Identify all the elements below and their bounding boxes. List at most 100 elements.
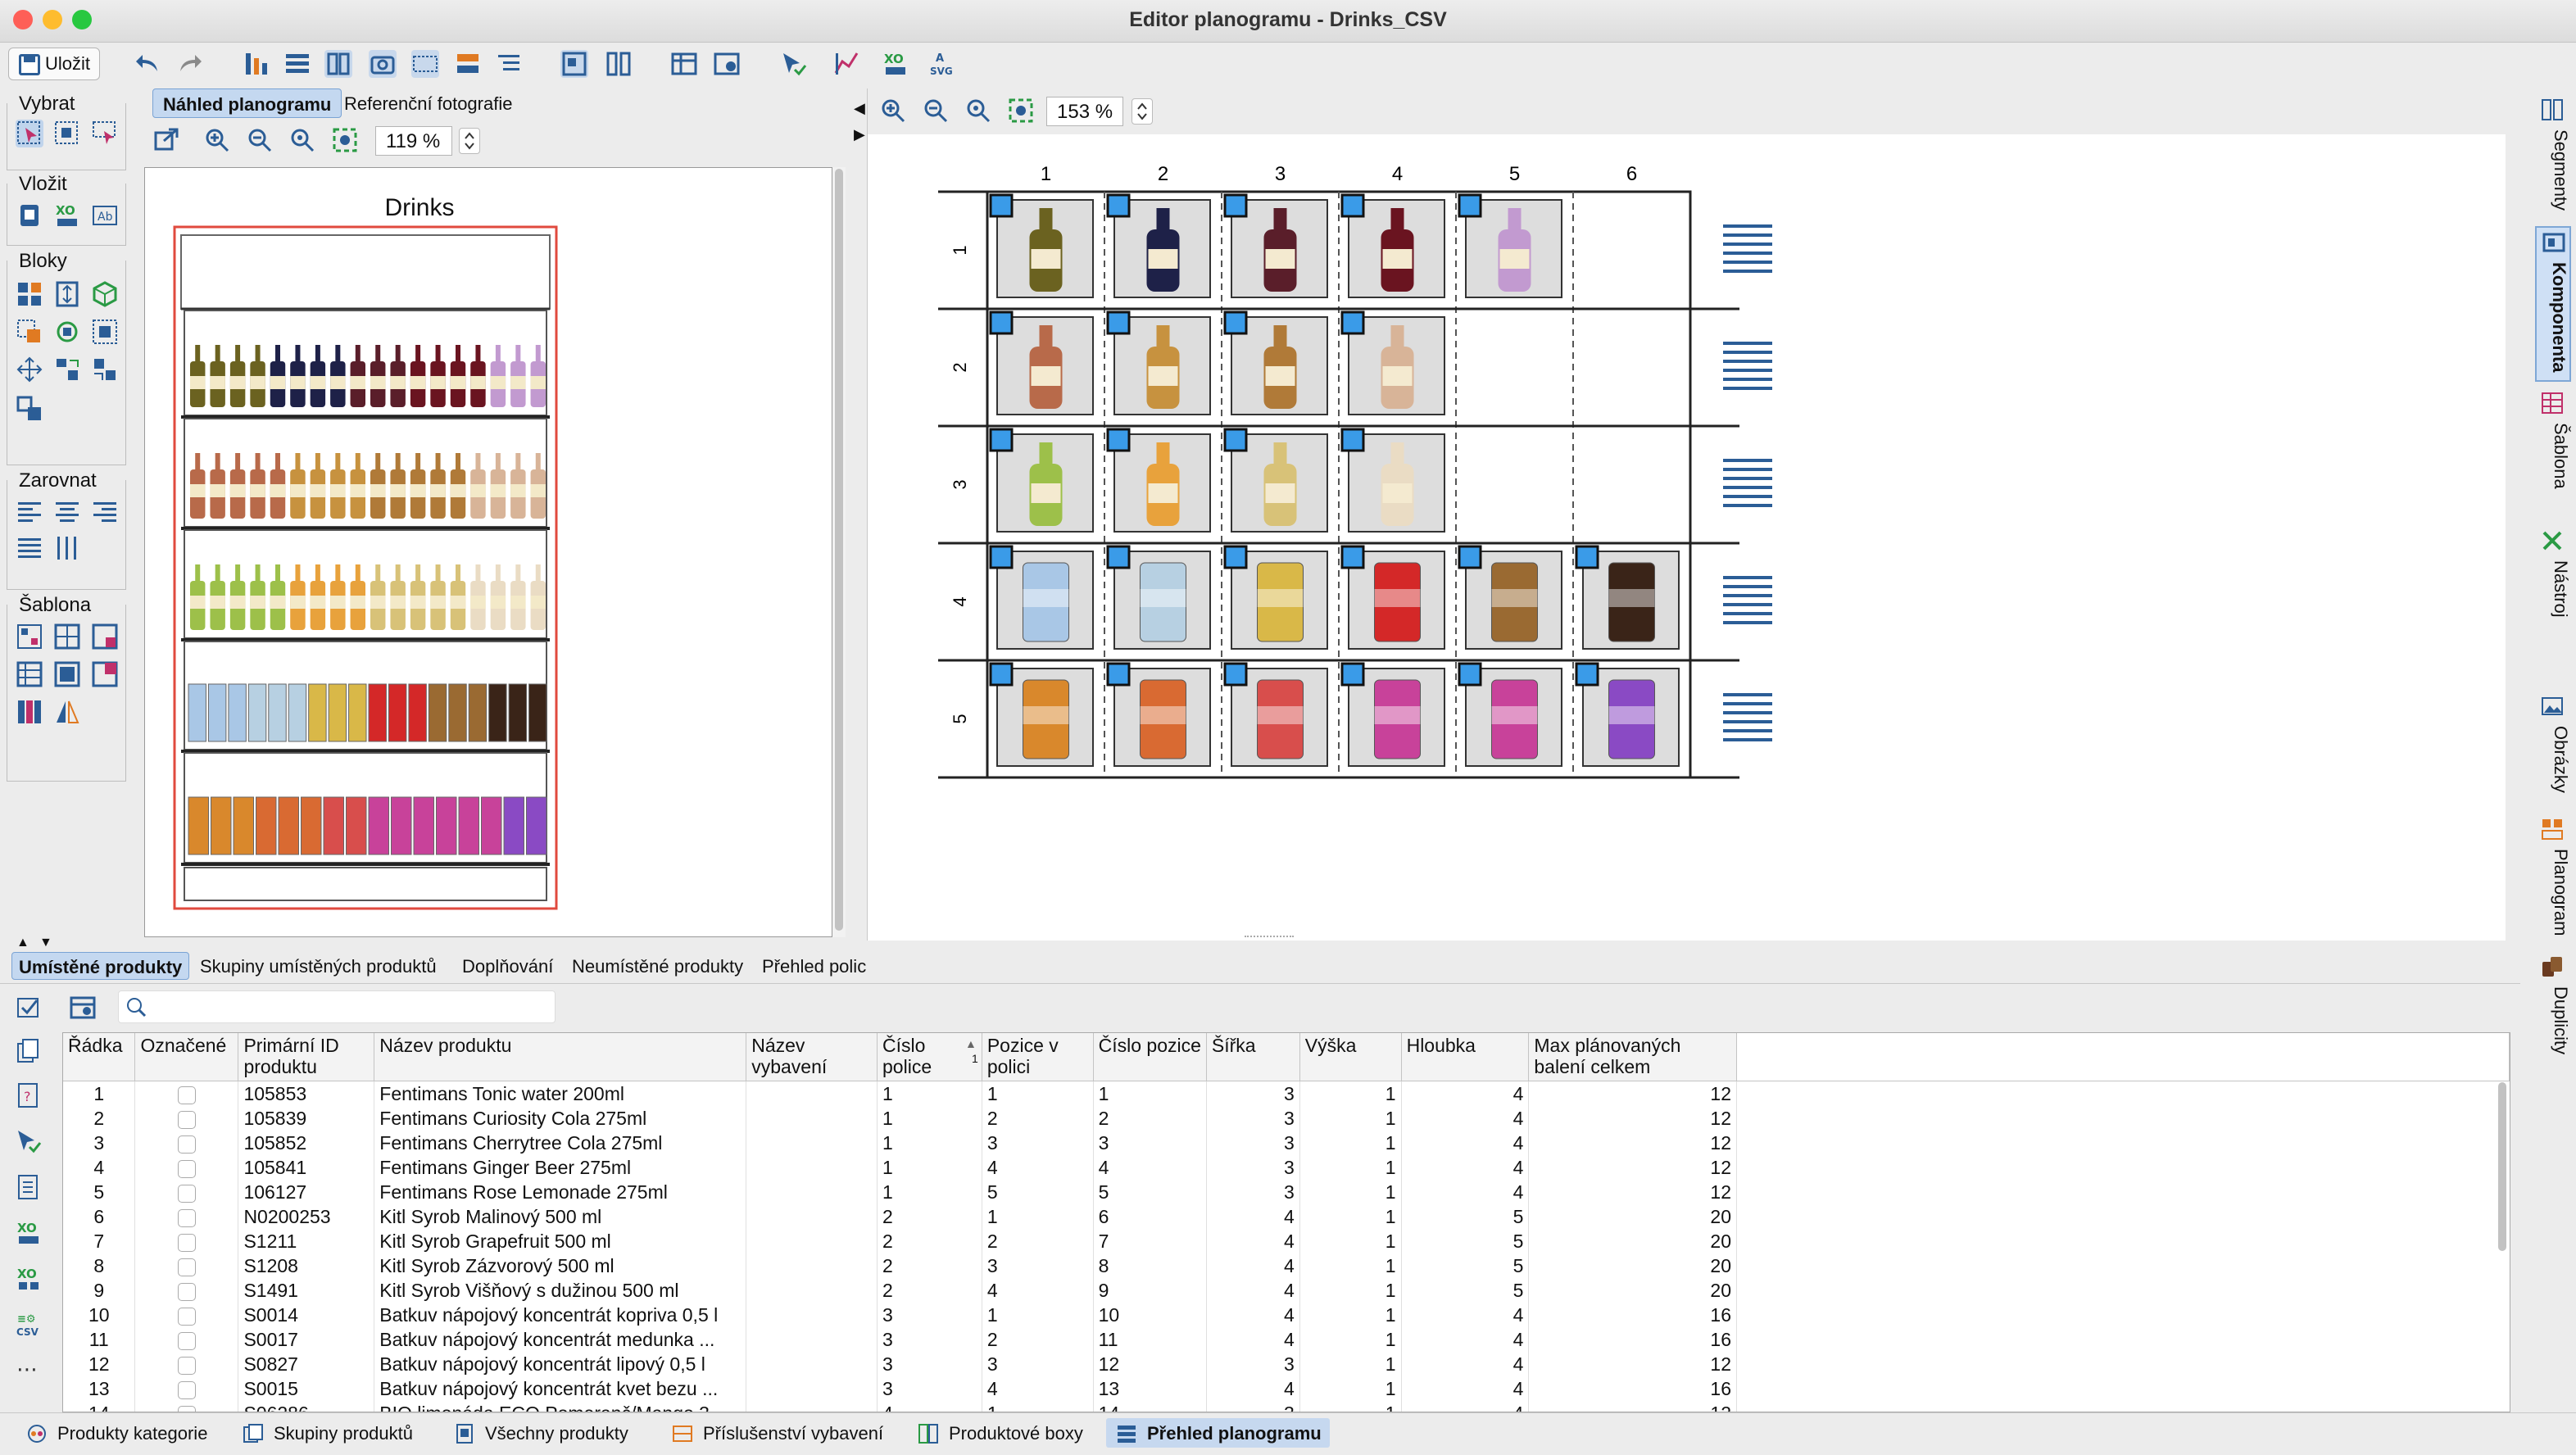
product-facing[interactable] [1458, 193, 1562, 298]
column-header-marked[interactable]: Označené [134, 1033, 239, 1081]
align-center-icon[interactable] [53, 498, 81, 526]
status-tab-product-boxes[interactable]: Produktové boxy [908, 1418, 1091, 1448]
align-justify-icon[interactable] [16, 534, 43, 562]
product-facing[interactable] [1340, 310, 1445, 415]
export-csv-icon[interactable]: ≡⚙ CSV [15, 1311, 43, 1339]
marked-checkbox[interactable] [177, 1405, 196, 1412]
zoom-in-icon[interactable] [879, 97, 907, 125]
collapse-right-icon[interactable]: ▶ [854, 126, 865, 143]
marked-checkbox[interactable] [177, 1159, 196, 1178]
marked-checkbox[interactable] [177, 1307, 196, 1326]
select-multiple-icon[interactable] [91, 120, 119, 147]
product-facing[interactable] [1340, 662, 1445, 767]
table-row[interactable]: 3 105852 Fentimans Cherrytree Cola 275ml 1 3… [63, 1130, 2510, 1155]
import-xo-icon[interactable]: XO [15, 1265, 43, 1293]
product-facing[interactable] [1223, 193, 1328, 298]
template-apply-icon[interactable] [16, 623, 43, 650]
tab-shelf-overview[interactable]: Přehled polic [755, 952, 873, 980]
column-header-width[interactable]: Šířka [1206, 1033, 1300, 1081]
selection-handle[interactable] [1223, 662, 1248, 687]
block-rotate-icon[interactable] [53, 318, 81, 346]
undo-icon[interactable] [134, 50, 162, 78]
list-indent-icon[interactable] [495, 50, 523, 78]
shelf-handle-icon[interactable] [1723, 224, 1772, 273]
table-row[interactable]: 9 S1491 Kitl Syrob Višňový s dužinou 500 m… [63, 1277, 2510, 1303]
selection-handle[interactable] [1223, 310, 1248, 335]
fit-to-window-icon[interactable] [331, 126, 359, 154]
product-facing[interactable] [989, 310, 1094, 415]
column-header-row-number[interactable]: Řádka [63, 1033, 136, 1081]
table-row[interactable]: 5 106127 Fentimans Rose Lemonade 275ml 1 5 5 3… [63, 1179, 2510, 1204]
table-icon[interactable] [670, 50, 698, 78]
marked-checkbox[interactable] [177, 1282, 196, 1301]
table-row[interactable]: 10 S0014 Batkuv nápojový koncentrát kopriv… [63, 1302, 2510, 1327]
shelf-handle-icon[interactable] [1723, 459, 1772, 507]
align-vertical-icon[interactable] [53, 534, 81, 562]
product-facing[interactable] [989, 428, 1094, 533]
marked-checkbox[interactable] [177, 1110, 196, 1129]
selection-handle[interactable] [1458, 662, 1482, 687]
column-header-height[interactable]: Výška [1299, 1033, 1402, 1081]
sort-products-icon[interactable] [243, 50, 270, 78]
block-distribute-icon[interactable] [91, 356, 119, 383]
status-tab-category-products[interactable]: Produkty kategorie [16, 1418, 215, 1448]
export-xo-icon[interactable]: XO [15, 1219, 43, 1247]
selection-handle[interactable] [1106, 428, 1131, 452]
block-resize-icon[interactable] [53, 280, 81, 308]
marked-checkbox[interactable] [177, 1184, 196, 1203]
selection-handle[interactable] [989, 310, 1014, 335]
collapse-left-icon[interactable]: ◀ [854, 100, 865, 117]
template-fill-icon[interactable] [91, 623, 119, 650]
selection-handle[interactable] [1575, 662, 1599, 687]
product-facing[interactable] [1223, 662, 1328, 767]
column-header-primary-id[interactable]: Primární ID produktu [238, 1033, 375, 1081]
table-row[interactable]: 11 S0017 Batkuv nápojový koncentrát medunk… [63, 1326, 2510, 1352]
status-tab-all-products[interactable]: Všechny produkty [444, 1418, 637, 1448]
table-row[interactable]: 8 S1208 Kitl Syrob Zázvorový 500 ml 2 3 8 4 1 5 2… [63, 1253, 2510, 1278]
block-group-icon[interactable] [16, 395, 43, 423]
side-tab-tool[interactable]: Nástroj [2535, 526, 2571, 683]
save-button[interactable]: Uložit [8, 48, 100, 80]
cell-marked[interactable] [134, 1326, 239, 1352]
cell-marked[interactable] [134, 1400, 239, 1412]
product-facing[interactable] [1575, 545, 1680, 650]
zoom-out-icon[interactable] [922, 97, 950, 125]
status-tab-product-groups[interactable]: Skupiny produktů [233, 1418, 421, 1448]
zoom-stepper-icon[interactable] [1132, 98, 1153, 125]
product-facing[interactable] [1223, 545, 1328, 650]
marked-checkbox[interactable] [177, 1135, 196, 1154]
selection-handle[interactable] [1106, 662, 1131, 687]
redo-icon[interactable] [175, 50, 203, 78]
selection-handle[interactable] [1106, 545, 1131, 569]
dimension-lines-icon[interactable] [411, 50, 439, 78]
side-tab-planogram[interactable]: Planogram [2535, 814, 2571, 952]
tab-unplaced-products[interactable]: Neumístěné produkty [565, 952, 750, 980]
side-tab-segments[interactable]: Segmenty [2535, 95, 2571, 220]
marked-checkbox[interactable] [177, 1086, 196, 1104]
table-row[interactable]: 7 S1211 Kitl Syrob Grapefruit 500 ml 2 2 7 4 1 5… [63, 1228, 2510, 1253]
selection-handle[interactable] [1340, 545, 1365, 569]
table-row[interactable]: 2 105839 Fentimans Curiosity Cola 275ml 1 2 2… [63, 1105, 2510, 1131]
shelf-handle-icon[interactable] [1723, 342, 1772, 390]
column-header-product-name[interactable]: Název produktu [374, 1033, 747, 1081]
cell-marked[interactable] [134, 1376, 239, 1401]
cell-marked[interactable] [134, 1277, 239, 1303]
product-facing[interactable] [1340, 193, 1445, 298]
side-tab-component[interactable]: Komponenta [2535, 226, 2571, 382]
product-facing[interactable] [1106, 310, 1211, 415]
zoom-in-icon[interactable] [203, 126, 231, 154]
cursor-check-icon[interactable] [15, 1127, 43, 1155]
column-header-shelf-number[interactable]: Číslo police ▲ 1 [877, 1033, 982, 1081]
block-align-icon[interactable] [53, 356, 81, 383]
product-facing[interactable] [1223, 428, 1328, 533]
selection-handle[interactable] [1106, 193, 1131, 218]
selection-handle[interactable] [1223, 193, 1248, 218]
camera-icon[interactable] [369, 50, 397, 78]
marked-checkbox[interactable] [177, 1258, 196, 1276]
side-tab-images[interactable]: Obrázky [2535, 691, 2571, 806]
zoom-stepper-icon[interactable] [459, 128, 480, 154]
template-block-icon[interactable] [53, 660, 81, 688]
selection-handle[interactable] [989, 193, 1014, 218]
mirror-icon[interactable] [53, 698, 81, 726]
editor-zoom-field[interactable]: 153 % [1046, 97, 1123, 126]
